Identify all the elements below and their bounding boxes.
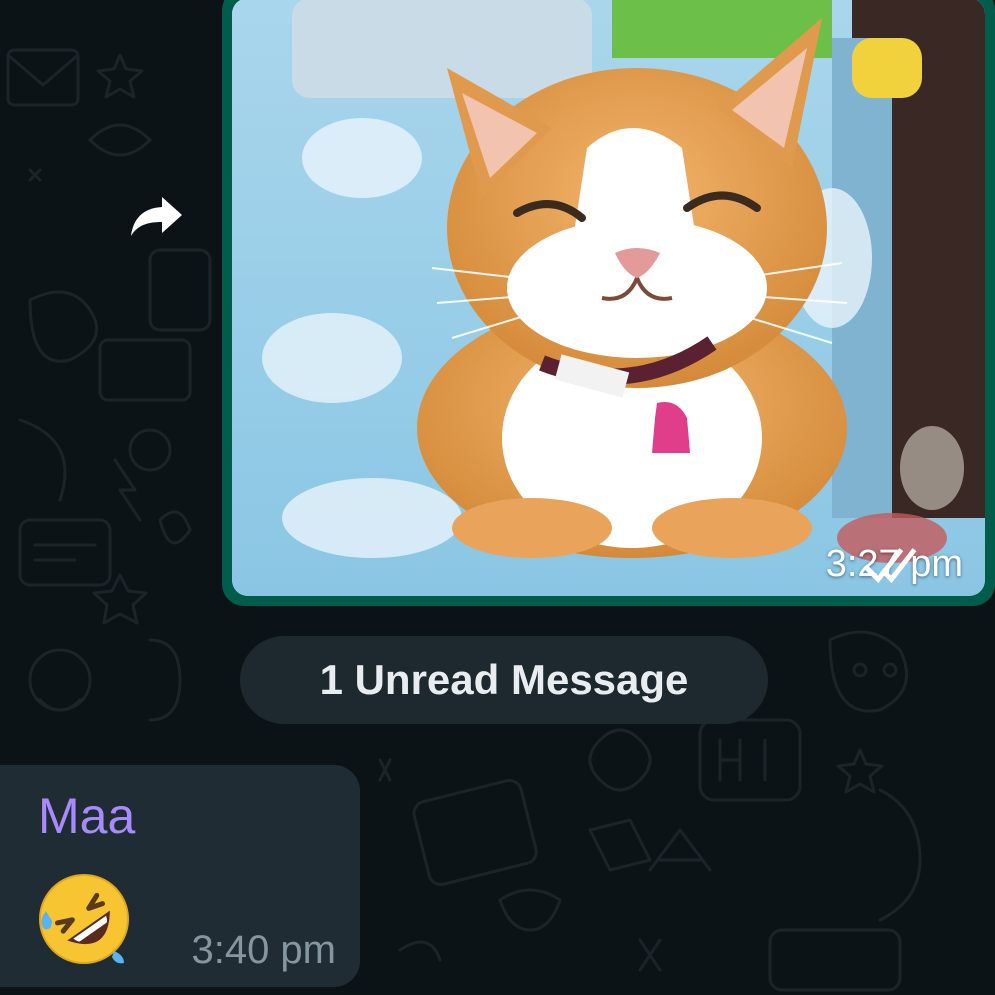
incoming-message[interactable]: Maa 3:40 pm: [0, 765, 360, 987]
forward-arrow-icon: [131, 197, 182, 236]
cat-photo-art: [232, 0, 985, 596]
forward-button[interactable]: [128, 193, 186, 239]
double-check-icon: [862, 548, 917, 584]
rolling-on-floor-laughing-icon: [39, 874, 129, 964]
message-timestamp: 3:40 pm: [191, 928, 336, 972]
unread-messages-divider: 1 Unread Message: [240, 636, 768, 724]
sender-name[interactable]: Maa: [38, 787, 135, 845]
cat-photo[interactable]: 3:27 pm: [232, 0, 985, 596]
unread-messages-label: 1 Unread Message: [319, 656, 689, 703]
outgoing-image-message[interactable]: 3:27 pm: [222, 0, 995, 606]
image-timestamp: 3:27 pm: [826, 543, 963, 586]
